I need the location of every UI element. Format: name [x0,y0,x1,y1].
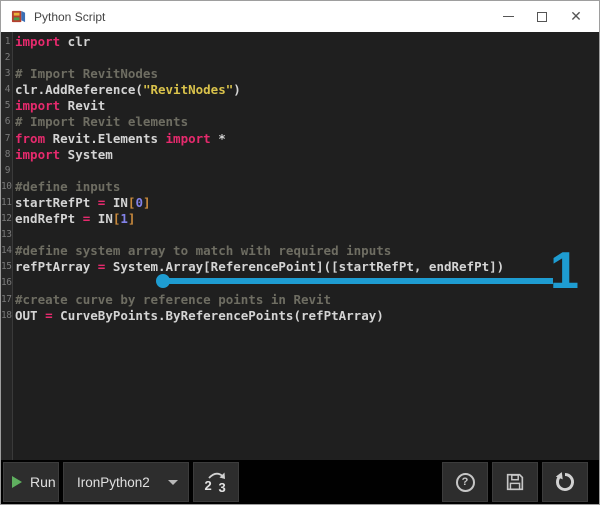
line-number: 3 [1,66,12,82]
code-line: # Import RevitNodes [15,66,599,82]
minimize-icon [503,16,514,17]
play-icon [12,476,22,488]
line-number: 8 [1,147,12,163]
line-number: 9 [1,163,12,179]
run-label: Run [30,474,56,490]
code-line: from Revit.Elements import * [15,131,599,147]
python-script-icon [11,9,26,24]
save-button[interactable] [492,462,538,502]
code-line [15,227,599,243]
python-2to3-button[interactable]: 2 3 [193,462,239,502]
code-line: #create curve by reference points in Rev… [15,292,599,308]
code-line: #define system array to match with requi… [15,243,599,259]
engine-dropdown[interactable]: IronPython2 [63,462,189,502]
line-number: 18 [1,308,12,324]
window-title: Python Script [34,10,105,24]
line-number: 10 [1,179,12,195]
engine-label: IronPython2 [77,475,150,490]
help-icon: ? [456,473,475,492]
python-script-window: Python Script ✕ 123456789101112131415161… [0,0,600,505]
run-button[interactable]: Run [3,462,59,502]
toolbar-right-group: ? [438,462,588,502]
code-lines[interactable]: import clr # Import RevitNodesclr.AddRefe… [13,32,599,460]
code-editor[interactable]: 123456789101112131415161718 import clr# … [1,32,599,460]
code-line: endRefPt = IN[1] [15,211,599,227]
code-line: import System [15,147,599,163]
line-number: 2 [1,50,12,66]
code-line: refPtArray = System.Array[ReferencePoint… [15,259,599,275]
revert-icon [554,471,576,493]
line-number-gutter: 123456789101112131415161718 [1,32,13,460]
line-number: 7 [1,131,12,147]
save-icon [504,471,526,493]
svg-text:3: 3 [219,480,226,495]
help-button[interactable]: ? [442,462,488,502]
code-line: #define inputs [15,179,599,195]
bottom-toolbar: Run IronPython2 2 3 ? [1,460,599,504]
line-number: 6 [1,114,12,130]
python-2to3-icon: 2 3 [201,469,231,495]
code-line [15,163,599,179]
titlebar: Python Script ✕ [1,1,599,32]
code-line [15,50,599,66]
line-number: 12 [1,211,12,227]
line-number: 13 [1,227,12,243]
code-line: # Import Revit elements [15,114,599,130]
maximize-button[interactable] [525,1,559,32]
revert-button[interactable] [542,462,588,502]
code-line: clr.AddReference("RevitNodes") [15,82,599,98]
line-number: 17 [1,292,12,308]
maximize-icon [537,12,547,22]
line-number: 1 [1,34,12,50]
close-button[interactable]: ✕ [559,1,593,32]
line-number: 16 [1,275,12,291]
minimize-button[interactable] [491,1,525,32]
code-line: OUT = CurveByPoints.ByReferencePoints(re… [15,308,599,324]
code-line [15,275,599,291]
chevron-down-icon [168,480,178,485]
line-number: 11 [1,195,12,211]
svg-text:2: 2 [205,478,212,493]
code-line: startRefPt = IN[0] [15,195,599,211]
window-controls: ✕ [491,1,599,32]
line-number: 4 [1,82,12,98]
code-line: import Revit [15,98,599,114]
close-icon: ✕ [570,8,582,25]
code-line: import clr [15,34,599,50]
line-number: 15 [1,259,12,275]
help-glyph: ? [462,476,469,488]
line-number: 14 [1,243,12,259]
line-number: 5 [1,98,12,114]
